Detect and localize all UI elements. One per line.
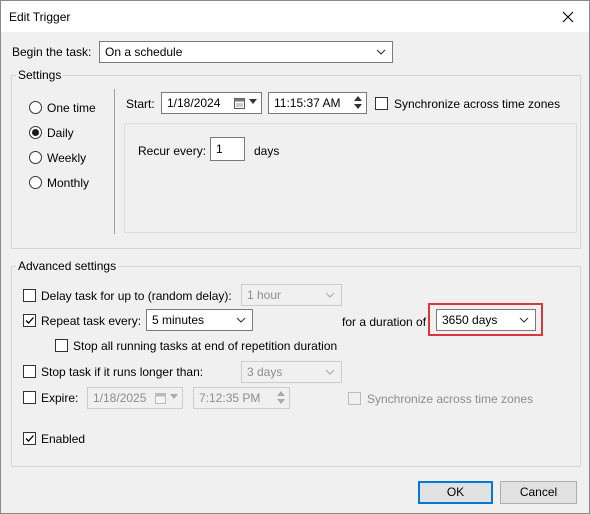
dialog-title: Edit Trigger [9, 10, 71, 24]
stop-if-longer-value: 3 days [247, 365, 283, 379]
time-spinner[interactable] [350, 93, 366, 113]
duration-select[interactable]: 3650 days [436, 309, 536, 331]
close-icon [562, 11, 574, 22]
duration-value: 3650 days [442, 313, 498, 327]
recur-panel [124, 123, 577, 233]
radio-one-time-label: One time [47, 101, 96, 115]
edit-trigger-dialog: Edit Trigger Begin the task: On a schedu… [0, 0, 590, 514]
chevron-down-icon [325, 369, 335, 375]
begin-task-label: Begin the task: [12, 45, 92, 59]
calendar-icon [155, 393, 166, 404]
expire-checkbox[interactable] [23, 391, 36, 404]
radio-weekly-label: Weekly [47, 151, 87, 165]
start-time-field[interactable]: 11:15:37 AM [268, 92, 367, 114]
stop-if-longer-checkbox[interactable] [23, 365, 36, 378]
calendar-icon [234, 98, 245, 109]
check-icon [25, 317, 34, 324]
stop-if-longer-label: Stop task if it runs longer than: [41, 365, 204, 379]
radio-monthly-label: Monthly [47, 176, 90, 190]
expire-date-picker[interactable]: 1/18/2025 [87, 387, 183, 409]
enabled-checkbox[interactable] [23, 432, 36, 445]
radio-weekly[interactable] [29, 151, 42, 164]
delay-select[interactable]: 1 hour [241, 284, 342, 306]
check-icon [25, 435, 34, 442]
chevron-down-icon [325, 292, 335, 298]
enabled-label: Enabled [41, 432, 86, 446]
repeat-interval-value: 5 minutes [152, 313, 205, 327]
spin-up-icon [277, 391, 285, 396]
delay-value: 1 hour [247, 288, 282, 302]
radio-selected-dot [32, 129, 39, 136]
recur-every-label: Recur every: [138, 144, 207, 158]
spin-down-icon [354, 104, 362, 109]
radio-one-time[interactable] [29, 101, 42, 114]
stop-if-longer-select[interactable]: 3 days [241, 361, 342, 383]
radio-monthly[interactable] [29, 176, 42, 189]
expire-time-field[interactable]: 7:12:35 PM [193, 387, 290, 409]
stop-running-tasks-label: Stop all running tasks at end of repetit… [73, 339, 338, 353]
delay-task-checkbox[interactable] [23, 289, 36, 302]
advanced-settings-label: Advanced settings [16, 259, 119, 273]
start-label: Start: [126, 97, 155, 111]
expire-time-spinner[interactable] [273, 388, 289, 408]
recur-unit-label: days [254, 144, 280, 158]
expire-sync-label: Synchronize across time zones [367, 392, 534, 406]
start-date-value: 1/18/2024 [167, 96, 221, 110]
expire-time-value: 7:12:35 PM [199, 391, 261, 405]
expire-sync-checkbox[interactable] [348, 392, 361, 405]
chevron-down-icon [249, 99, 257, 104]
title-bar: Edit Trigger [1, 1, 589, 32]
radio-daily-label: Daily [47, 126, 74, 140]
sync-timezones-checkbox[interactable] [375, 97, 388, 110]
duration-label: for a duration of [342, 315, 427, 329]
stop-running-tasks-checkbox[interactable] [55, 339, 68, 352]
radio-daily[interactable] [29, 126, 42, 139]
chevron-down-icon [519, 317, 529, 323]
repeat-task-checkbox[interactable] [23, 314, 36, 327]
ok-button[interactable]: OK [418, 481, 493, 504]
chevron-down-icon [236, 317, 246, 323]
delay-task-label: Delay task for up to (random delay): [41, 289, 232, 303]
begin-task-select[interactable]: On a schedule [99, 41, 393, 63]
settings-divider [114, 89, 115, 234]
expire-date-value: 1/18/2025 [93, 391, 147, 405]
settings-group-label: Settings [16, 68, 64, 82]
chevron-down-icon [376, 49, 386, 55]
close-button[interactable] [547, 1, 589, 32]
start-time-value: 11:15:37 AM [274, 96, 341, 110]
repeat-task-label: Repeat task every: [41, 314, 142, 328]
begin-task-value: On a schedule [105, 45, 183, 59]
sync-timezones-label: Synchronize across time zones [394, 97, 561, 111]
recur-every-value: 1 [216, 142, 223, 156]
start-date-picker[interactable]: 1/18/2024 [161, 92, 262, 114]
chevron-down-icon [170, 394, 178, 399]
expire-label: Expire: [41, 391, 79, 405]
spin-down-icon [277, 399, 285, 404]
repeat-interval-select[interactable]: 5 minutes [146, 309, 253, 331]
recur-every-input[interactable]: 1 [210, 137, 245, 161]
spin-up-icon [354, 96, 362, 101]
cancel-button[interactable]: Cancel [500, 481, 577, 504]
